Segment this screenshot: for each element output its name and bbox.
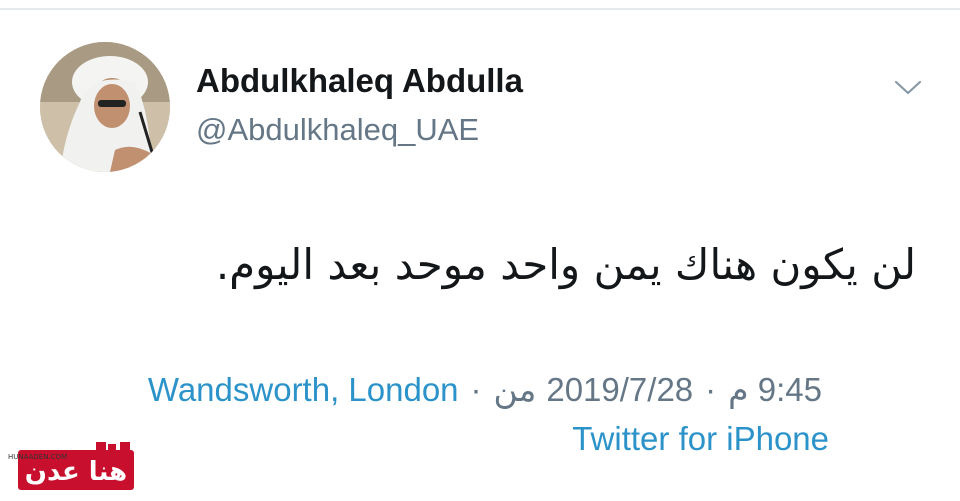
divider	[0, 8, 960, 10]
avatar[interactable]	[40, 42, 170, 172]
tweet-time[interactable]: 9:45 م	[728, 370, 822, 409]
tweet-card: Abdulkhaleq Abdulla @Abdulkhaleq_UAE لن …	[0, 0, 960, 501]
location-link[interactable]: Wandsworth, London	[148, 371, 459, 409]
user-handle[interactable]: @Abdulkhaleq_UAE	[196, 112, 479, 148]
chevron-down-icon[interactable]	[893, 78, 923, 98]
from-label: من	[493, 371, 537, 408]
watermark-logo: هنا عدن	[8, 442, 136, 492]
tweet-text: لن يكون هناك يمن واحد موحد بعد اليوم.	[215, 240, 916, 289]
svg-text:هنا عدن: هنا عدن	[25, 457, 127, 487]
avatar-photo	[40, 42, 170, 172]
watermark-url: HUNAADEN.COM	[8, 453, 68, 461]
client-link[interactable]: Twitter for iPhone	[572, 420, 829, 458]
separator: ·	[470, 371, 482, 408]
separator: ·	[705, 371, 717, 408]
tweet-meta: Wandsworth, London · من 2019/7/28 · 9:45…	[148, 370, 822, 409]
display-name[interactable]: Abdulkhaleq Abdulla	[196, 62, 523, 100]
tweet-date[interactable]: 2019/7/28	[536, 371, 693, 409]
